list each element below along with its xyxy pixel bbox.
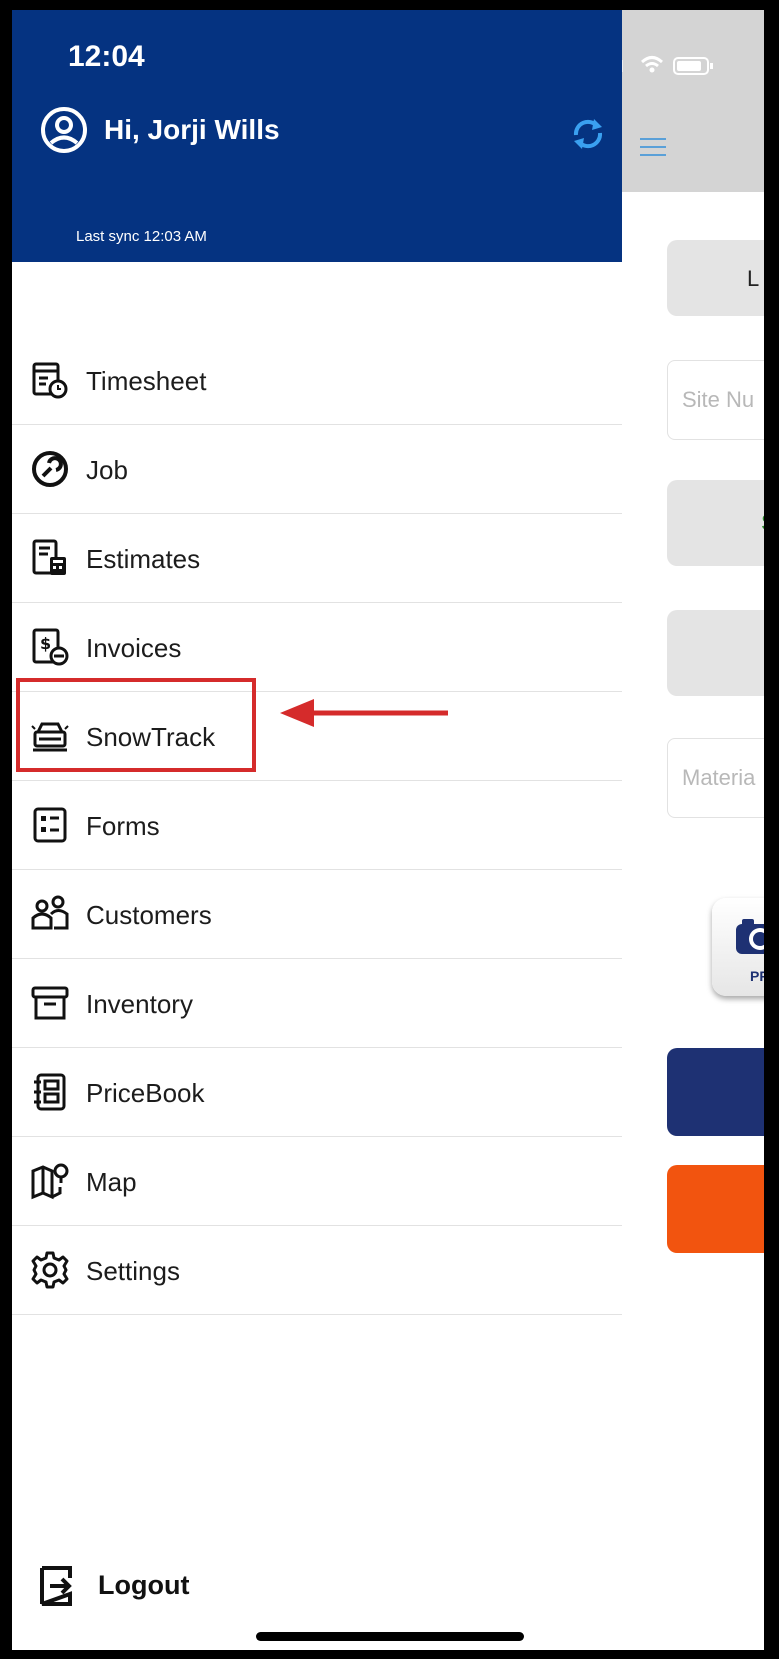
inventory-icon [31,986,69,1020]
menu-item-label: Estimates [86,544,201,574]
forms-icon [33,807,67,843]
menu-item-label: Map [86,1167,137,1197]
menu-item-job[interactable]: Job [12,425,622,514]
logout-icon [40,1566,72,1606]
background-primary-button[interactable] [667,1048,767,1136]
status-bar-icons [612,56,713,75]
background-top-bar [622,10,767,192]
timesheet-icon [32,362,68,399]
settings-icon [31,1251,69,1289]
logout-label: Logout [98,1570,190,1600]
logout-button[interactable]: Logout [12,1558,312,1622]
site-number-placeholder: Site Nu [682,387,755,412]
estimates-icon [32,539,66,575]
camera-icon [736,919,767,954]
drawer-menu: Timesheet Job Estimates $ Invoices SnowT… [12,336,622,1315]
last-sync-text: Last sync 12:03 AM [76,228,207,245]
map-icon [31,1163,69,1200]
sync-icon[interactable] [568,114,608,154]
menu-item-label: Inventory [86,989,193,1019]
hamburger-menu-icon[interactable] [640,138,666,158]
menu-item-map[interactable]: Map [12,1137,622,1226]
menu-item-label: Settings [86,1256,180,1286]
menu-item-timesheet[interactable]: Timesheet [12,336,622,425]
snowtrack-highlight-box [16,678,256,772]
pricebook-icon [34,1073,66,1111]
svg-text:$: $ [40,634,51,653]
menu-item-label: Forms [86,811,160,841]
background-button-2[interactable]: S [667,480,767,566]
menu-item-label: Timesheet [86,366,207,396]
background-secondary-button[interactable] [667,1165,767,1253]
invoices-icon: $ [32,628,69,666]
drawer-header: 12:04 Hi, Jorji Wills Last sync 12:03 AM [12,10,622,262]
user-greeting: Hi, Jorji Wills [104,114,280,145]
navigation-drawer: 12:04 Hi, Jorji Wills Last sync 12:03 AM [12,10,622,1650]
background-button-3[interactable]: S [667,610,767,696]
menu-item-label: PriceBook [86,1078,205,1108]
material-placeholder: Materia [682,765,756,790]
user-avatar-icon[interactable] [40,106,88,154]
home-indicator [256,1632,524,1641]
background-button-1-text: L [747,266,760,291]
background-button-1[interactable]: L [667,240,767,316]
menu-item-label: Invoices [86,633,182,663]
material-input[interactable]: Materia [667,738,767,818]
menu-item-pricebook[interactable]: PriceBook [12,1048,622,1137]
customers-icon [31,895,69,930]
menu-item-label: Job [86,455,128,485]
photo-button[interactable]: PR [712,898,767,996]
menu-item-inventory[interactable]: Inventory [12,959,622,1048]
menu-item-settings[interactable]: Settings [12,1226,622,1315]
phone-screen: L Site Nu S S Materia PR 12 [12,10,767,1650]
menu-item-customers[interactable]: Customers [12,870,622,959]
site-number-input[interactable]: Site Nu [667,360,767,440]
status-time: 12:04 [68,40,145,73]
menu-item-label: Customers [86,900,212,930]
screen-edge [764,10,767,1650]
pointer-arrow-icon [280,699,448,727]
menu-item-forms[interactable]: Forms [12,781,622,870]
job-icon [32,451,68,487]
menu-item-estimates[interactable]: Estimates [12,514,622,603]
